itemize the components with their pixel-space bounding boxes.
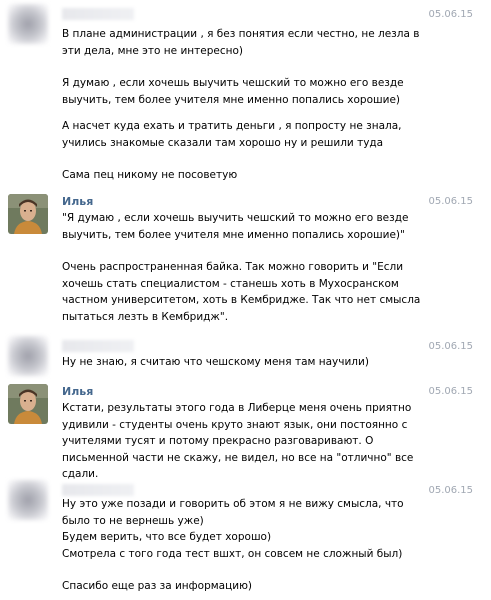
message-paragraph: "Я думаю , если хочешь выучить чешский т…: [62, 212, 409, 241]
message-date[interactable]: 05.06.15: [428, 485, 473, 496]
avatar[interactable]: [8, 384, 48, 424]
avatar[interactable]: [8, 480, 48, 520]
message-paragraph: Сама пец никому не посоветую: [62, 169, 238, 181]
message-paragraph: Спасибо еще раз за информацию): [62, 580, 253, 592]
message-date[interactable]: 05.06.15: [428, 341, 473, 352]
author-name[interactable]: Илья: [62, 385, 93, 398]
message-date[interactable]: 05.06.15: [428, 196, 473, 207]
message-date[interactable]: 05.06.15: [428, 386, 473, 397]
message-text: Ну это уже позади и говорить об этом я н…: [62, 496, 422, 595]
message-paragraph: В плане администрации , я без понятия ес…: [62, 28, 420, 57]
avatar[interactable]: [8, 336, 48, 376]
message-paragraph: Очень распространенная байка. Так можно …: [62, 261, 421, 323]
message-date[interactable]: 05.06.15: [428, 9, 473, 20]
user-photo-icon: [8, 194, 48, 234]
message-paragraph: Я думаю , если хочешь выучить чешский то…: [62, 77, 404, 106]
avatar[interactable]: [8, 194, 48, 234]
message-text: В плане администрации , я без понятия ес…: [62, 26, 422, 184]
avatar[interactable]: [8, 4, 48, 44]
message-paragraph: Ну не знаю, я считаю что чешскому меня т…: [62, 356, 369, 368]
author-name[interactable]: Илья: [62, 195, 93, 208]
user-photo-icon: [8, 384, 48, 424]
message-paragraph: А насчет куда ехать и тратить деньги , я…: [62, 120, 402, 149]
message-paragraph: Кстати, результаты этого года в Либерце …: [62, 402, 414, 480]
message-text: "Я думаю , если хочешь выучить чешский т…: [62, 210, 422, 325]
message-text: Кстати, результаты этого года в Либерце …: [62, 400, 422, 483]
author-name-redacted: [62, 340, 134, 352]
author-name-redacted: [62, 8, 134, 20]
message-paragraph: Ну это уже позади и говорить об этом я н…: [62, 498, 404, 560]
message-text: Ну не знаю, я считаю что чешскому меня т…: [62, 354, 422, 371]
author-name-redacted: [62, 484, 134, 496]
